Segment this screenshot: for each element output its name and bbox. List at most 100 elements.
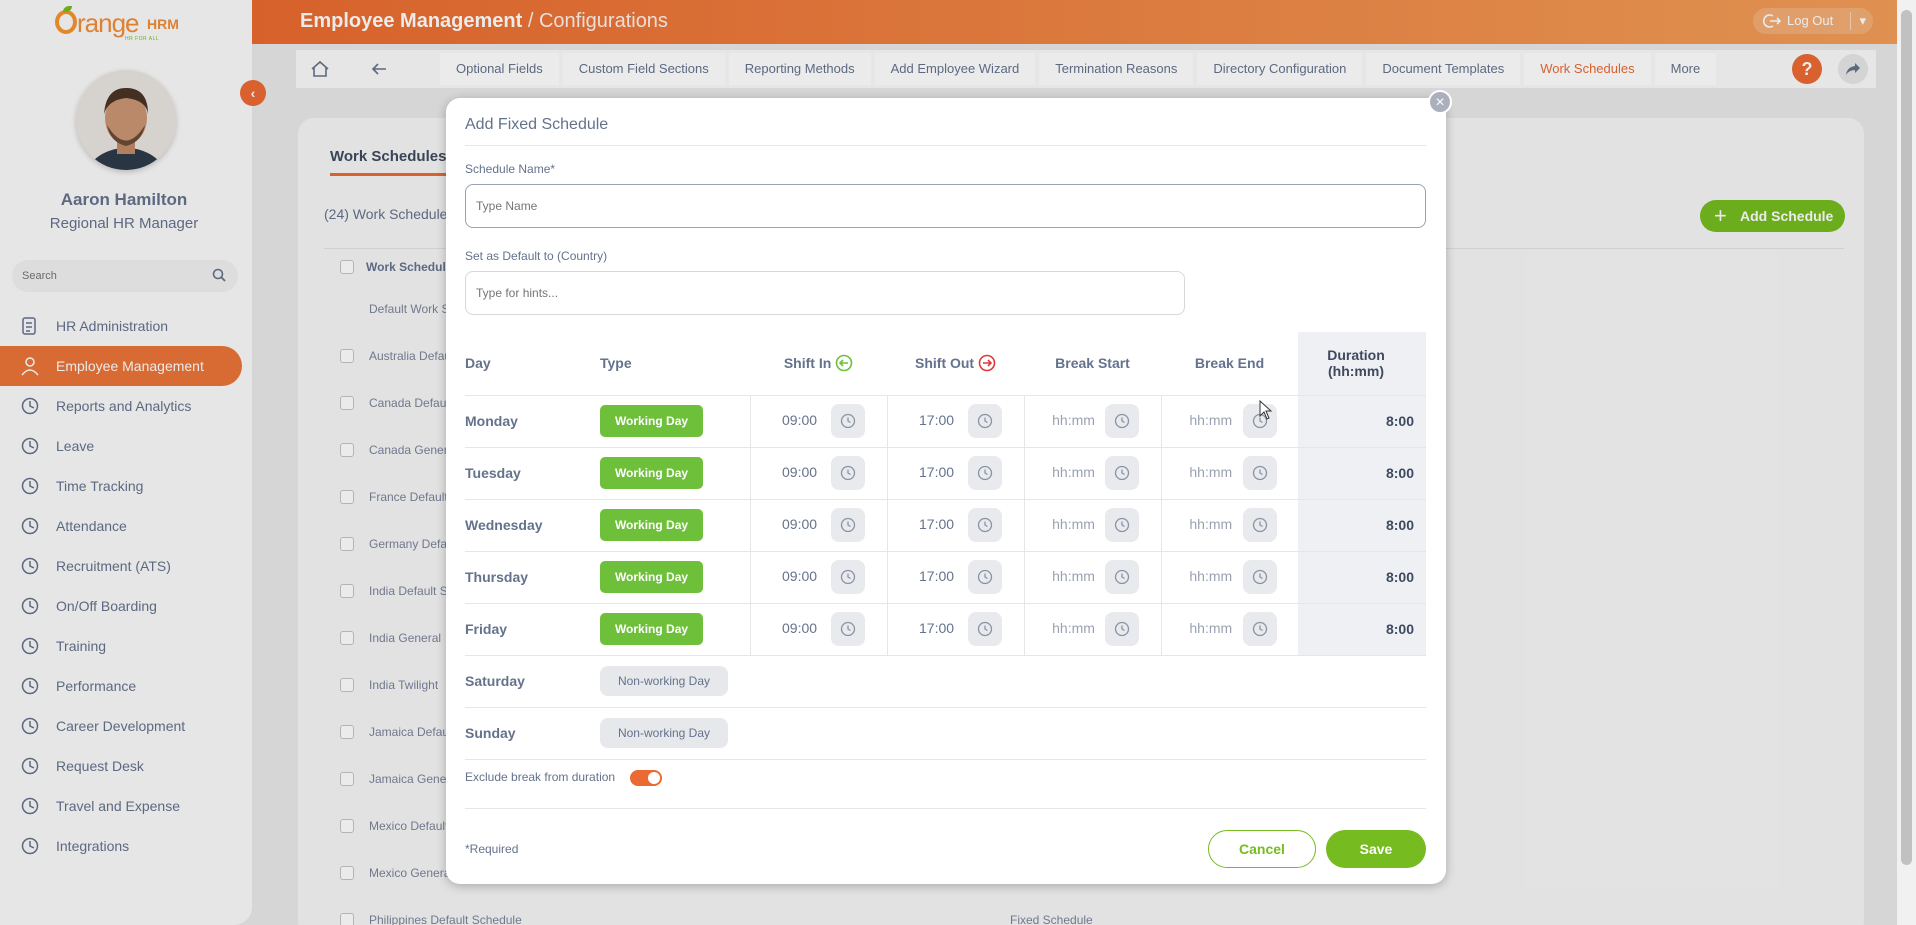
break-start-cell: hh:mm xyxy=(1023,395,1161,448)
clock-icon[interactable] xyxy=(968,404,1003,438)
col-type: Type xyxy=(600,332,750,396)
break-end-input[interactable]: hh:mm xyxy=(1183,620,1239,636)
clock-icon[interactable] xyxy=(968,560,1003,594)
exclude-break-label: Exclude break from duration xyxy=(465,770,616,784)
schedule-row-sunday: Sunday Non-working Day xyxy=(465,707,1426,760)
clock-icon[interactable] xyxy=(1242,456,1277,490)
break-end-cell: hh:mm xyxy=(1160,447,1298,500)
clock-icon[interactable] xyxy=(968,456,1003,490)
cancel-button[interactable]: Cancel xyxy=(1208,830,1316,868)
break-end-input[interactable]: hh:mm xyxy=(1183,568,1239,584)
clock-icon[interactable] xyxy=(1105,560,1140,594)
schedule-row-monday: Monday Working Day 09:00 17:00 hh:mm hh:mm… xyxy=(465,395,1426,448)
col-shift-out: Shift Out xyxy=(887,332,1024,396)
clock-icon[interactable] xyxy=(1105,612,1140,646)
break-start-input[interactable]: hh:mm xyxy=(1046,464,1102,480)
clock-icon[interactable] xyxy=(1105,404,1140,438)
shift-out-cell: 17:00 xyxy=(886,447,1024,500)
close-icon[interactable]: × xyxy=(1428,90,1452,114)
duration-value: 8:00 xyxy=(1298,499,1426,552)
day-type-button[interactable]: Working Day xyxy=(600,405,703,437)
mouse-cursor-icon xyxy=(1259,400,1273,420)
break-start-input[interactable]: hh:mm xyxy=(1046,620,1102,636)
break-start-cell: hh:mm xyxy=(1023,603,1161,656)
clock-icon[interactable] xyxy=(831,560,866,594)
day-type-button[interactable]: Non-working Day xyxy=(600,718,728,748)
clock-icon[interactable] xyxy=(831,404,866,438)
shift-out-input[interactable]: 17:00 xyxy=(909,464,965,480)
shift-in-cell: 09:00 xyxy=(749,499,887,552)
shift-out-input[interactable]: 17:00 xyxy=(909,516,965,532)
day-type-button[interactable]: Working Day xyxy=(600,561,703,593)
page-scrollbar[interactable] xyxy=(1897,0,1916,925)
duration-value: 8:00 xyxy=(1298,551,1426,604)
break-start-cell: hh:mm xyxy=(1023,447,1161,500)
schedule-row-thursday: Thursday Working Day 09:00 17:00 hh:mm hh:… xyxy=(465,551,1426,604)
clock-icon[interactable] xyxy=(1105,508,1140,542)
col-day: Day xyxy=(465,332,600,396)
shift-out-cell: 17:00 xyxy=(886,395,1024,448)
clock-icon[interactable] xyxy=(1105,456,1140,490)
break-end-input[interactable]: hh:mm xyxy=(1183,516,1239,532)
break-end-cell: hh:mm xyxy=(1160,551,1298,604)
add-fixed-schedule-modal: Add Fixed Schedule Schedule Name* Set as… xyxy=(446,98,1446,884)
exclude-break-toggle[interactable] xyxy=(630,770,662,786)
break-start-input[interactable]: hh:mm xyxy=(1046,412,1102,428)
shift-out-input[interactable]: 17:00 xyxy=(909,568,965,584)
clock-icon[interactable] xyxy=(1242,612,1277,646)
shift-in-cell: 09:00 xyxy=(749,603,887,656)
duration-value: 8:00 xyxy=(1298,395,1426,448)
day-type-button[interactable]: Working Day xyxy=(600,613,703,645)
day-label: Sunday xyxy=(465,707,600,760)
day-type-button[interactable]: Working Day xyxy=(600,509,703,541)
schedule-row-saturday: Saturday Non-working Day xyxy=(465,655,1426,708)
break-start-cell: hh:mm xyxy=(1023,499,1161,552)
shift-in-cell: 09:00 xyxy=(749,447,887,500)
default-country-label: Set as Default to (Country) xyxy=(465,249,608,263)
day-type-button[interactable]: Non-working Day xyxy=(600,666,728,696)
schedule-row-friday: Friday Working Day 09:00 17:00 hh:mm hh:mm… xyxy=(465,603,1426,656)
break-end-input[interactable]: hh:mm xyxy=(1183,412,1239,428)
shift-in-input[interactable]: 09:00 xyxy=(772,412,828,428)
shift-out-icon xyxy=(978,354,996,372)
col-break-end: Break End xyxy=(1161,332,1298,396)
break-end-cell: hh:mm xyxy=(1160,499,1298,552)
day-label: Friday xyxy=(465,603,600,656)
clock-icon[interactable] xyxy=(831,456,866,490)
shift-in-cell: 09:00 xyxy=(749,395,887,448)
day-label: Saturday xyxy=(465,655,600,708)
shift-out-cell: 17:00 xyxy=(886,551,1024,604)
col-duration: Duration (hh:mm) xyxy=(1298,332,1426,396)
clock-icon[interactable] xyxy=(1242,560,1277,594)
shift-in-cell: 09:00 xyxy=(749,551,887,604)
shift-out-cell: 17:00 xyxy=(886,603,1024,656)
default-country-input[interactable] xyxy=(465,271,1185,315)
day-label: Tuesday xyxy=(465,447,600,500)
required-note: *Required xyxy=(465,842,519,856)
duration-value: 8:00 xyxy=(1298,447,1426,500)
shift-in-input[interactable]: 09:00 xyxy=(772,568,828,584)
clock-icon[interactable] xyxy=(968,612,1003,646)
clock-icon[interactable] xyxy=(831,508,866,542)
break-end-cell: hh:mm xyxy=(1160,395,1298,448)
duration-value: 8:00 xyxy=(1298,603,1426,656)
clock-icon[interactable] xyxy=(968,508,1003,542)
shift-in-icon xyxy=(835,354,853,372)
shift-in-input[interactable]: 09:00 xyxy=(772,516,828,532)
day-label: Thursday xyxy=(465,551,600,604)
clock-icon[interactable] xyxy=(831,612,866,646)
break-end-cell: hh:mm xyxy=(1160,603,1298,656)
shift-in-input[interactable]: 09:00 xyxy=(772,620,828,636)
save-button[interactable]: Save xyxy=(1326,830,1426,868)
break-start-input[interactable]: hh:mm xyxy=(1046,568,1102,584)
shift-out-input[interactable]: 17:00 xyxy=(909,412,965,428)
break-end-input[interactable]: hh:mm xyxy=(1183,464,1239,480)
break-start-input[interactable]: hh:mm xyxy=(1046,516,1102,532)
schedule-row-tuesday: Tuesday Working Day 09:00 17:00 hh:mm hh:m… xyxy=(465,447,1426,500)
day-type-button[interactable]: Working Day xyxy=(600,457,703,489)
schedule-name-input[interactable] xyxy=(465,184,1426,228)
shift-out-input[interactable]: 17:00 xyxy=(909,620,965,636)
col-shift-in: Shift In xyxy=(750,332,887,396)
shift-in-input[interactable]: 09:00 xyxy=(772,464,828,480)
clock-icon[interactable] xyxy=(1242,508,1277,542)
